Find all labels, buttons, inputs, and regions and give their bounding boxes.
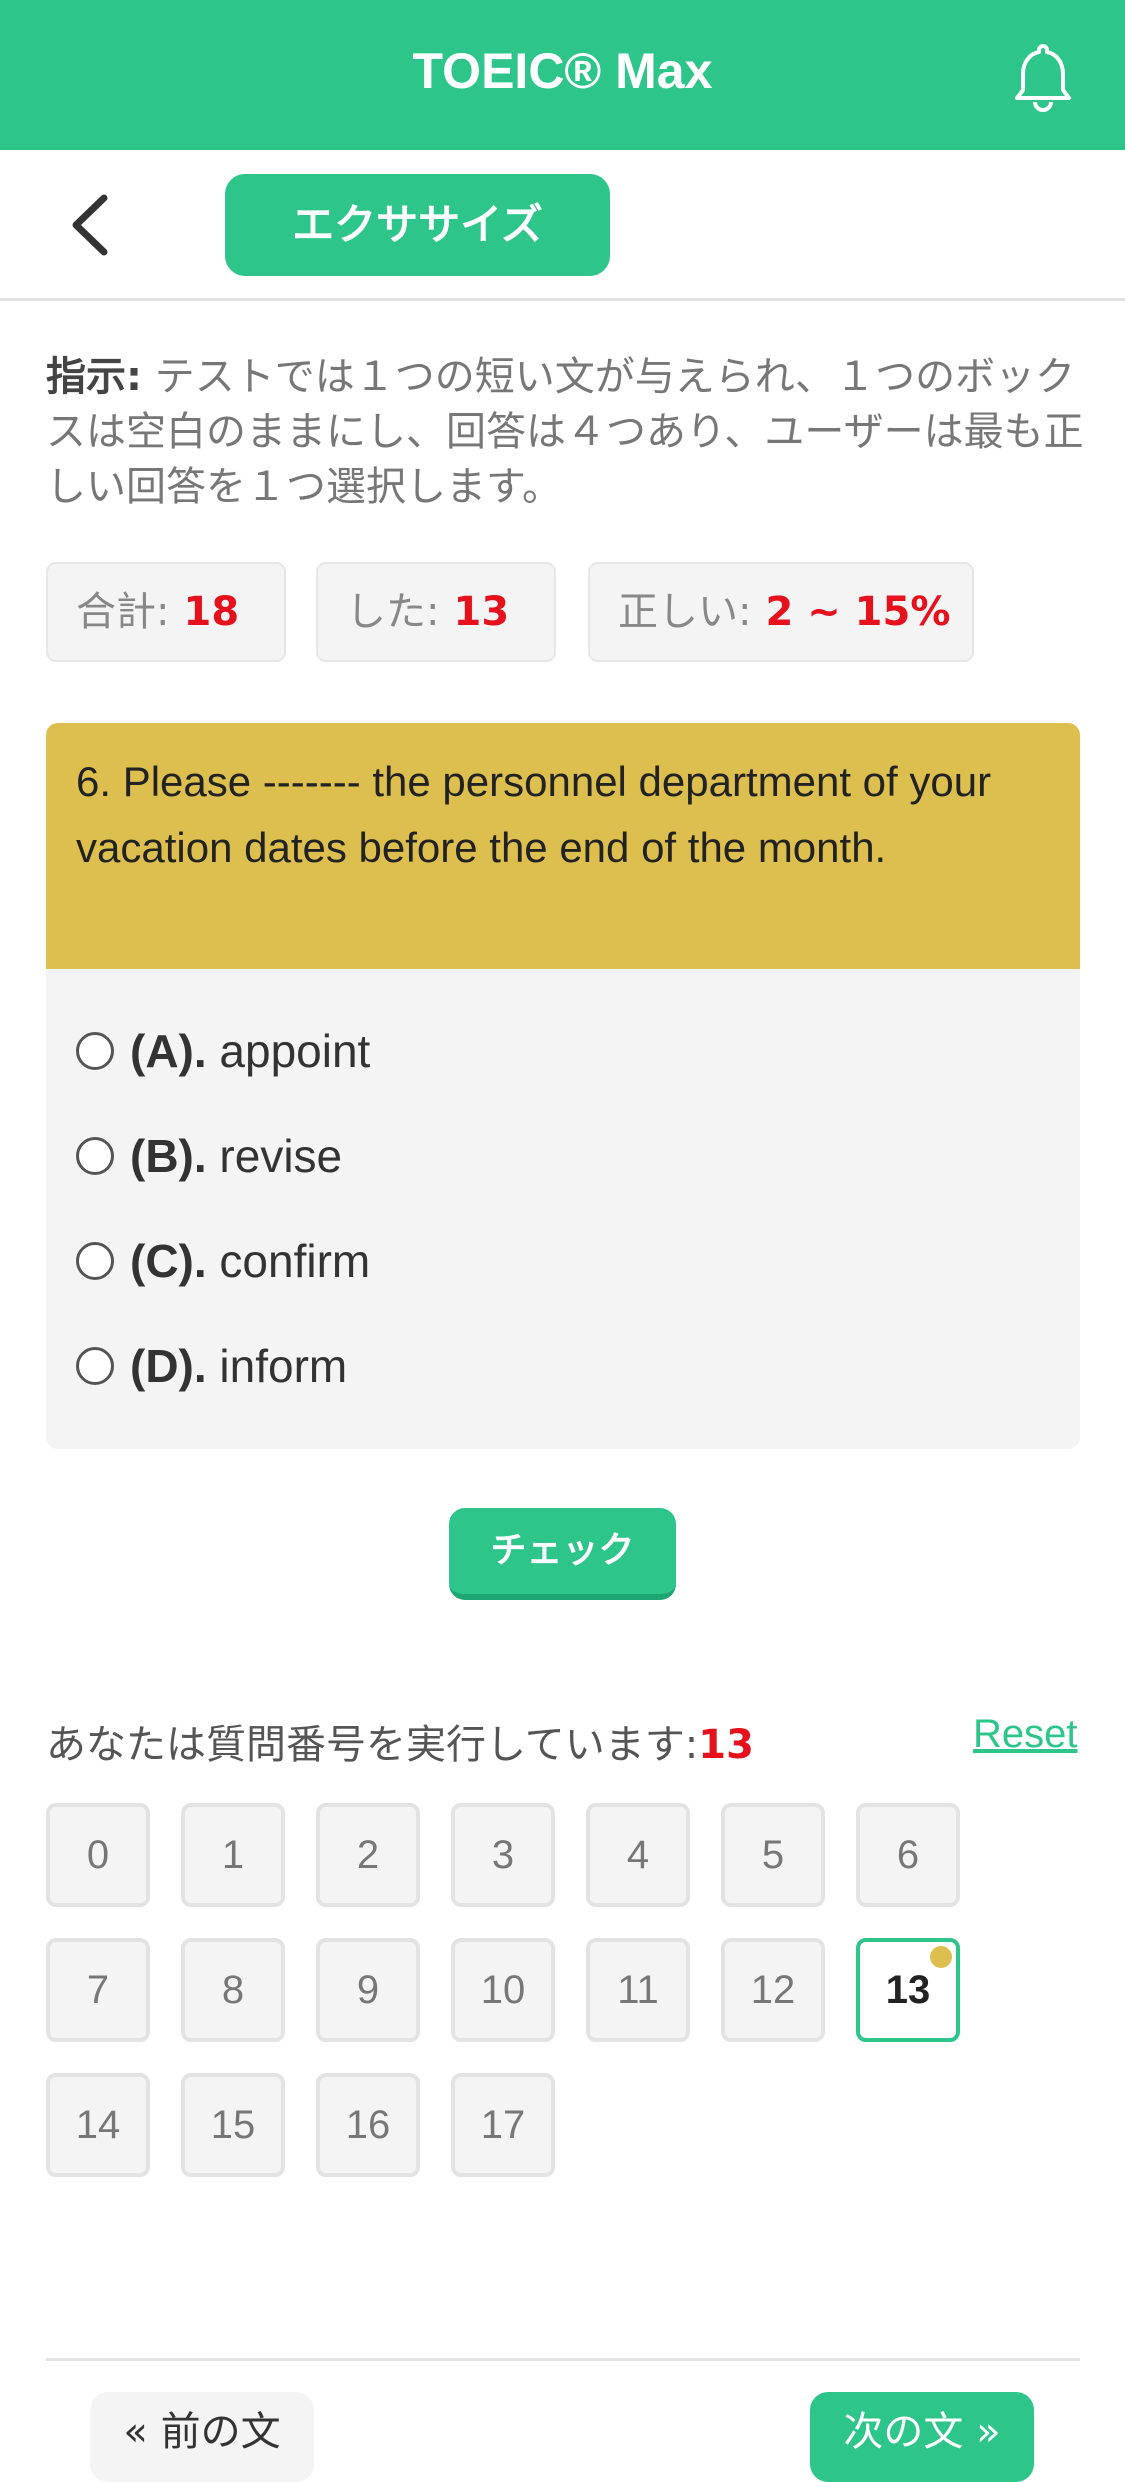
radio-button[interactable] (76, 1031, 114, 1070)
progress-label-text: あなたは質問番号を実行しています: (46, 1722, 699, 1768)
question-number-button[interactable]: 10 (451, 1938, 555, 2042)
question-number-button[interactable]: 1 (181, 1803, 285, 1907)
stat-total: 合計: 18 (46, 562, 286, 662)
question-number-button[interactable]: 5 (721, 1803, 825, 1907)
question-number-button[interactable]: 14 (46, 2073, 150, 2177)
question-number-button[interactable]: 8 (181, 1938, 285, 2042)
stat-done-value: 13 (453, 589, 510, 635)
instruction-label: 指示: (46, 354, 142, 400)
option-text: appoint (219, 1025, 371, 1077)
question-text: 6. Please ------- the personnel departme… (46, 723, 1080, 969)
radio-button[interactable] (76, 1346, 114, 1385)
option-letter: (C). (130, 1235, 207, 1287)
option-d[interactable]: (D). inform (76, 1331, 976, 1401)
stat-correct-value: 2 ~ 15% (765, 589, 951, 635)
sub-navigation: エクササイズ (0, 150, 1125, 301)
app-title: TOEIC® Max (412, 43, 713, 99)
stat-total-value: 18 (183, 589, 240, 635)
chevron-left-icon[interactable] (60, 190, 120, 260)
reset-link[interactable]: Reset (973, 1712, 1078, 1757)
bell-icon[interactable] (1006, 38, 1080, 112)
question-number-button[interactable]: 9 (316, 1938, 420, 2042)
stat-correct: 正しい: 2 ~ 15% (588, 562, 974, 662)
question-number-grid: 0 1 2 3 4 5 6 7 8 9 10 11 12 13 14 15 16… (46, 1803, 1046, 2183)
question-number-button[interactable]: 2 (316, 1803, 420, 1907)
radio-button[interactable] (76, 1241, 114, 1280)
question-number-button[interactable]: 16 (316, 2073, 420, 2177)
next-sentence-button[interactable]: 次の文 » (810, 2392, 1034, 2482)
option-text: confirm (219, 1235, 371, 1287)
question-number-button[interactable]: 0 (46, 1803, 150, 1907)
app-header: TOEIC® Max (0, 0, 1125, 150)
check-button[interactable]: チェック (449, 1508, 676, 1600)
option-c[interactable]: (C). confirm (76, 1226, 976, 1296)
option-letter: (B). (130, 1130, 207, 1182)
footer-divider (46, 2358, 1080, 2361)
option-text: revise (219, 1130, 343, 1182)
instruction-text: 指示: テストでは１つの短い文が与えられ、１つのボックスは空白のままにし、回答は… (46, 350, 1086, 515)
stat-total-label: 合計: (76, 589, 170, 635)
stat-done: した: 13 (316, 562, 556, 662)
question-number-button[interactable]: 3 (451, 1803, 555, 1907)
question-card: 6. Please ------- the personnel departme… (46, 723, 1080, 1449)
question-number-button[interactable]: 15 (181, 2073, 285, 2177)
question-number-button[interactable]: 11 (586, 1938, 690, 2042)
progress-label: あなたは質問番号を実行しています:13 (46, 1712, 754, 1770)
stat-correct-label: 正しい: (618, 589, 752, 635)
option-b[interactable]: (B). revise (76, 1121, 976, 1191)
question-number-button[interactable]: 4 (586, 1803, 690, 1907)
option-letter: (D). (130, 1340, 207, 1392)
question-number-button[interactable]: 17 (451, 2073, 555, 2177)
radio-button[interactable] (76, 1136, 114, 1175)
option-text: inform (219, 1340, 348, 1392)
instruction-body: テストでは１つの短い文が与えられ、１つのボックスは空白のままにし、回答は４つあり… (46, 354, 1084, 510)
question-number-button[interactable]: 6 (856, 1803, 960, 1907)
stat-done-label: した: (346, 589, 440, 635)
current-question-number: 13 (698, 1722, 754, 1768)
option-letter: (A). (130, 1025, 207, 1077)
question-number-label: 13 (885, 1968, 931, 2012)
exercise-mode-button[interactable]: エクササイズ (225, 174, 610, 276)
question-number-button[interactable]: 12 (721, 1938, 825, 2042)
previous-sentence-button[interactable]: « 前の文 (90, 2392, 314, 2482)
question-number-button[interactable]: 7 (46, 1938, 150, 2042)
current-indicator-dot (930, 1946, 952, 1968)
question-number-button-current[interactable]: 13 (856, 1938, 960, 2042)
option-a[interactable]: (A). appoint (76, 1016, 976, 1086)
